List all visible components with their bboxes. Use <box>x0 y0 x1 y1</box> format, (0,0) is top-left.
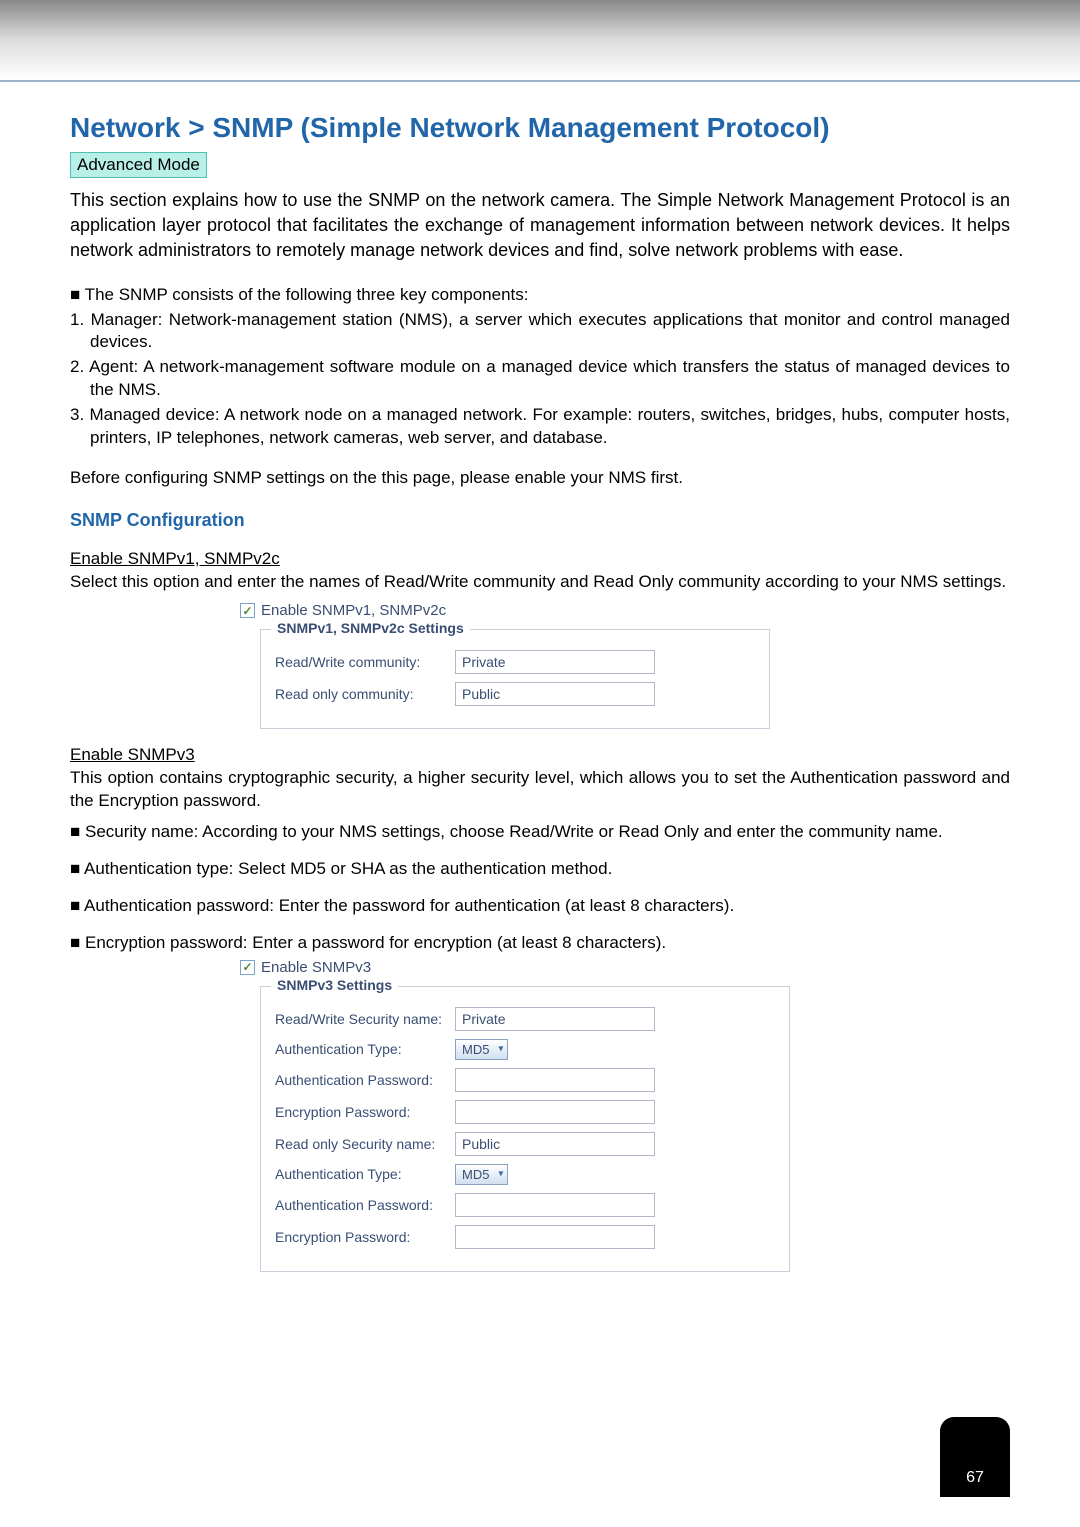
ro-community-input[interactable] <box>455 682 655 706</box>
page-number: 67 <box>966 1469 984 1487</box>
snmpv12-settings-block: ✓ Enable SNMPv1, SNMPv2c SNMPv1, SNMPv2c… <box>240 602 1010 729</box>
rw-security-input[interactable] <box>455 1007 655 1031</box>
mode-badge: Advanced Mode <box>70 152 207 178</box>
snmpv3-legend: SNMPv3 Settings <box>271 977 398 993</box>
snmpv12-checkbox-row[interactable]: ✓ Enable SNMPv1, SNMPv2c <box>240 602 1010 619</box>
snmpv3-checkbox-label: Enable SNMPv3 <box>261 959 371 976</box>
components-intro: ■ The SNMP consists of the following thr… <box>70 284 1010 307</box>
page-title: Network > SNMP (Simple Network Managemen… <box>70 112 1010 144</box>
auth-type-value-2: MD5 <box>462 1167 489 1182</box>
auth-pwd-input-1[interactable] <box>455 1068 655 1092</box>
enc-pwd-label-1: Encryption Password: <box>275 1104 455 1120</box>
auth-type-value-1: MD5 <box>462 1042 489 1057</box>
checkmark-icon: ✓ <box>242 604 252 618</box>
snmpv3-desc: This option contains cryptographic secur… <box>70 767 1010 813</box>
page-number-tab: 67 <box>940 1417 1010 1497</box>
auth-pwd-label-1: Authentication Password: <box>275 1072 455 1088</box>
auth-type-select-1[interactable]: MD5 ▾ <box>455 1039 508 1060</box>
snmpv12-desc: Select this option and enter the names o… <box>70 571 1010 594</box>
auth-type-select-2[interactable]: MD5 ▾ <box>455 1164 508 1185</box>
checkmark-icon: ✓ <box>242 960 252 974</box>
header-gradient <box>0 0 1080 80</box>
snmpv12-checkbox[interactable]: ✓ <box>240 603 255 618</box>
rw-community-input[interactable] <box>455 650 655 674</box>
auth-type-label-2: Authentication Type: <box>275 1166 455 1182</box>
rw-security-label: Read/Write Security name: <box>275 1011 455 1027</box>
enc-pwd-label-2: Encryption Password: <box>275 1229 455 1245</box>
enc-pwd-input-1[interactable] <box>455 1100 655 1124</box>
intro-paragraph: This section explains how to use the SNM… <box>70 188 1010 264</box>
auth-pwd-input-2[interactable] <box>455 1193 655 1217</box>
config-header: SNMP Configuration <box>70 510 1010 531</box>
ro-community-label: Read only community: <box>275 686 455 702</box>
before-config-note: Before configuring SNMP settings on the … <box>70 468 1010 488</box>
chevron-down-icon: ▾ <box>498 1169 503 1180</box>
header-divider <box>0 80 1080 82</box>
rw-community-label: Read/Write community: <box>275 654 455 670</box>
snmpv3-fieldset: SNMPv3 Settings Read/Write Security name… <box>260 986 790 1272</box>
chevron-down-icon: ▾ <box>498 1044 503 1055</box>
ro-security-input[interactable] <box>455 1132 655 1156</box>
enc-pwd-input-2[interactable] <box>455 1225 655 1249</box>
snmpv3-bullet-3: ■ Authentication password: Enter the pas… <box>70 895 1010 918</box>
snmpv3-bullet-4: ■ Encryption password: Enter a password … <box>70 932 1010 955</box>
snmpv12-checkbox-label: Enable SNMPv1, SNMPv2c <box>261 602 446 619</box>
auth-type-label-1: Authentication Type: <box>275 1041 455 1057</box>
snmpv3-checkbox[interactable]: ✓ <box>240 960 255 975</box>
snmpv3-bullet-2: ■ Authentication type: Select MD5 or SHA… <box>70 858 1010 881</box>
snmpv12-fieldset: SNMPv1, SNMPv2c Settings Read/Write comm… <box>260 629 770 729</box>
snmpv3-bullet-1: ■ Security name: According to your NMS s… <box>70 821 1010 844</box>
ro-security-label: Read only Security name: <box>275 1136 455 1152</box>
auth-pwd-label-2: Authentication Password: <box>275 1197 455 1213</box>
component-1: 1. Manager: Network-management station (… <box>70 309 1010 355</box>
component-3: 3. Managed device: A network node on a m… <box>70 404 1010 450</box>
snmpv3-checkbox-row[interactable]: ✓ Enable SNMPv3 <box>240 959 1010 976</box>
snmpv3-settings-block: ✓ Enable SNMPv3 SNMPv3 Settings Read/Wri… <box>240 959 1010 1272</box>
snmpv3-title: Enable SNMPv3 <box>70 745 1010 765</box>
snmpv12-title: Enable SNMPv1, SNMPv2c <box>70 549 1010 569</box>
snmpv12-legend: SNMPv1, SNMPv2c Settings <box>271 620 470 636</box>
component-2: 2. Agent: A network-management software … <box>70 356 1010 402</box>
